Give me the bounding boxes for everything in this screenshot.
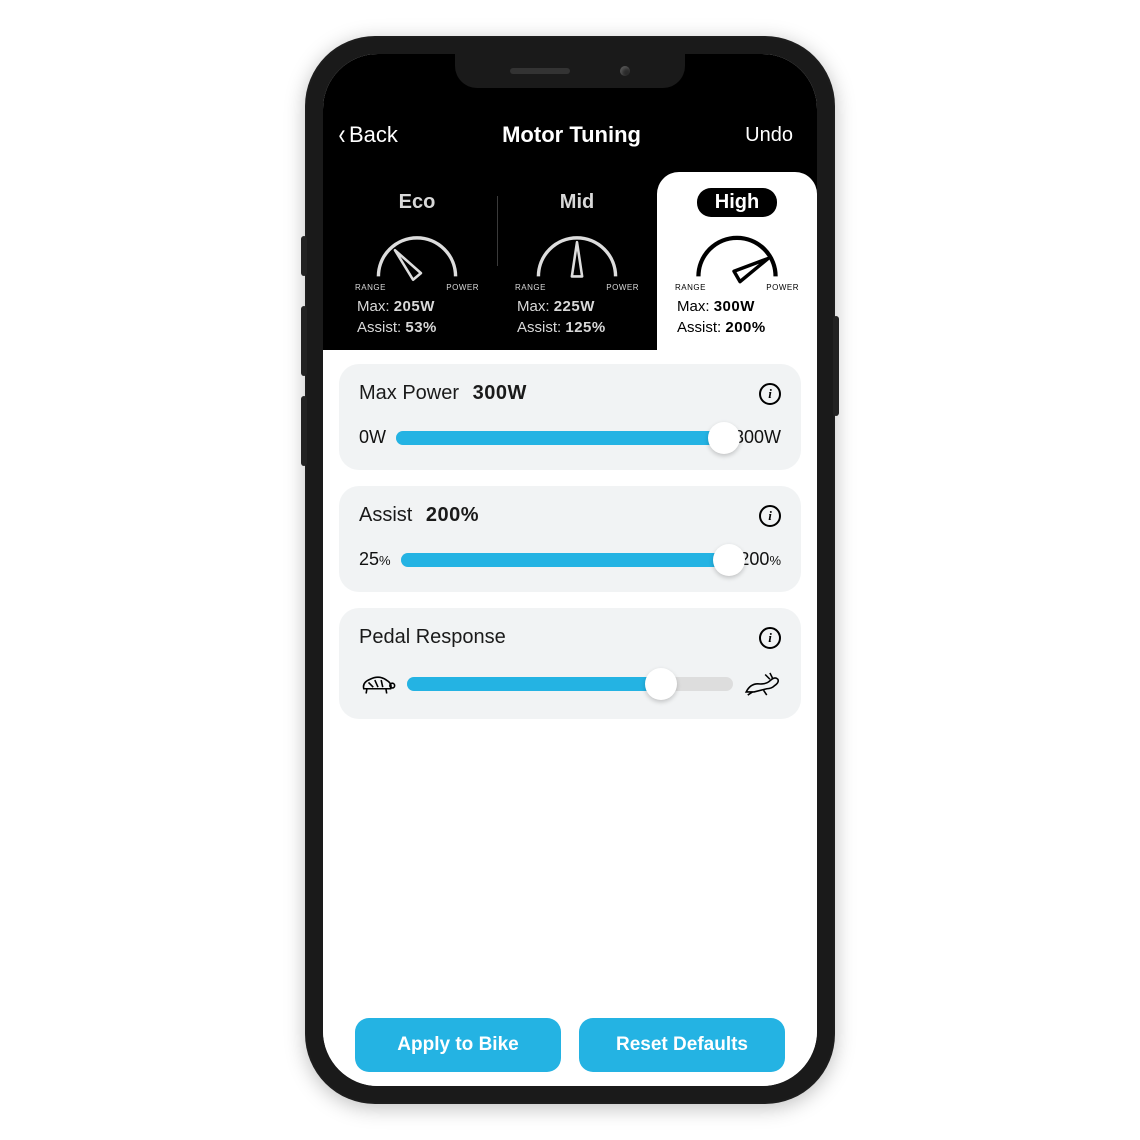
assist-panel: Assist 200% i 25% 200% xyxy=(339,486,801,592)
phone-frame: ‹ Back Motor Tuning Undo Eco xyxy=(305,36,835,1104)
phone-side-button xyxy=(301,236,307,276)
range-label: RANGE xyxy=(675,283,706,292)
range-label: RANGE xyxy=(515,283,546,292)
info-icon[interactable]: i xyxy=(759,383,781,405)
gauge-icon xyxy=(522,225,632,285)
power-label: POWER xyxy=(606,283,639,292)
mode-name: Mid xyxy=(542,188,612,217)
content: Max Power 300W i 0W 300W xyxy=(323,350,817,1086)
phone-side-button xyxy=(833,316,839,416)
info-icon[interactable]: i xyxy=(759,505,781,527)
mode-tab-high[interactable]: High RANGE POWER Max: 300W Assist: xyxy=(657,172,817,350)
undo-button[interactable]: Undo xyxy=(745,124,793,147)
mode-tab-eco[interactable]: Eco RANGE POWER Max: 205W Assist: xyxy=(337,172,497,350)
back-label: Back xyxy=(349,122,398,148)
slider-max-label: 200% xyxy=(739,549,781,570)
phone-side-button xyxy=(301,306,307,376)
mode-tab-mid[interactable]: Mid RANGE POWER Max: 225W Assist: xyxy=(497,172,657,350)
info-icon[interactable]: i xyxy=(759,627,781,649)
power-label: POWER xyxy=(446,283,479,292)
pedal-response-title: Pedal Response xyxy=(359,626,506,649)
max-power-title: Max Power 300W xyxy=(359,382,527,405)
slider-max-label: 300W xyxy=(734,427,781,448)
pedal-response-slider[interactable] xyxy=(407,677,733,691)
header-area: ‹ Back Motor Tuning Undo Eco xyxy=(323,54,817,350)
screen: ‹ Back Motor Tuning Undo Eco xyxy=(323,54,817,1086)
gauge-icon xyxy=(362,225,472,285)
mode-tabs: Eco RANGE POWER Max: 205W Assist: xyxy=(337,172,817,350)
slider-min-label: 0W xyxy=(359,427,386,448)
navbar: ‹ Back Motor Tuning Undo xyxy=(323,110,817,172)
max-power-slider[interactable] xyxy=(396,431,724,445)
mode-name: High xyxy=(697,188,777,217)
slider-thumb[interactable] xyxy=(713,544,745,576)
footer-actions: Apply to Bike Reset Defaults xyxy=(339,1018,801,1086)
slider-min-label: 25% xyxy=(359,549,391,570)
max-power-panel: Max Power 300W i 0W 300W xyxy=(339,364,801,470)
phone-side-button xyxy=(301,396,307,466)
back-button[interactable]: ‹ Back xyxy=(337,120,398,150)
assist-title: Assist 200% xyxy=(359,504,479,527)
page-title: Motor Tuning xyxy=(502,122,641,148)
range-label: RANGE xyxy=(355,283,386,292)
phone-notch xyxy=(455,54,685,88)
apply-button[interactable]: Apply to Bike xyxy=(355,1018,561,1072)
pedal-response-panel: Pedal Response i xyxy=(339,608,801,719)
reset-button[interactable]: Reset Defaults xyxy=(579,1018,785,1072)
slider-thumb[interactable] xyxy=(708,422,740,454)
gauge-icon xyxy=(682,225,792,285)
chevron-left-icon: ‹ xyxy=(339,120,346,150)
turtle-icon xyxy=(359,671,397,697)
rabbit-icon xyxy=(743,671,781,697)
slider-thumb[interactable] xyxy=(645,668,677,700)
mode-name: Eco xyxy=(381,188,454,217)
power-label: POWER xyxy=(766,283,799,292)
assist-slider[interactable] xyxy=(401,553,730,567)
